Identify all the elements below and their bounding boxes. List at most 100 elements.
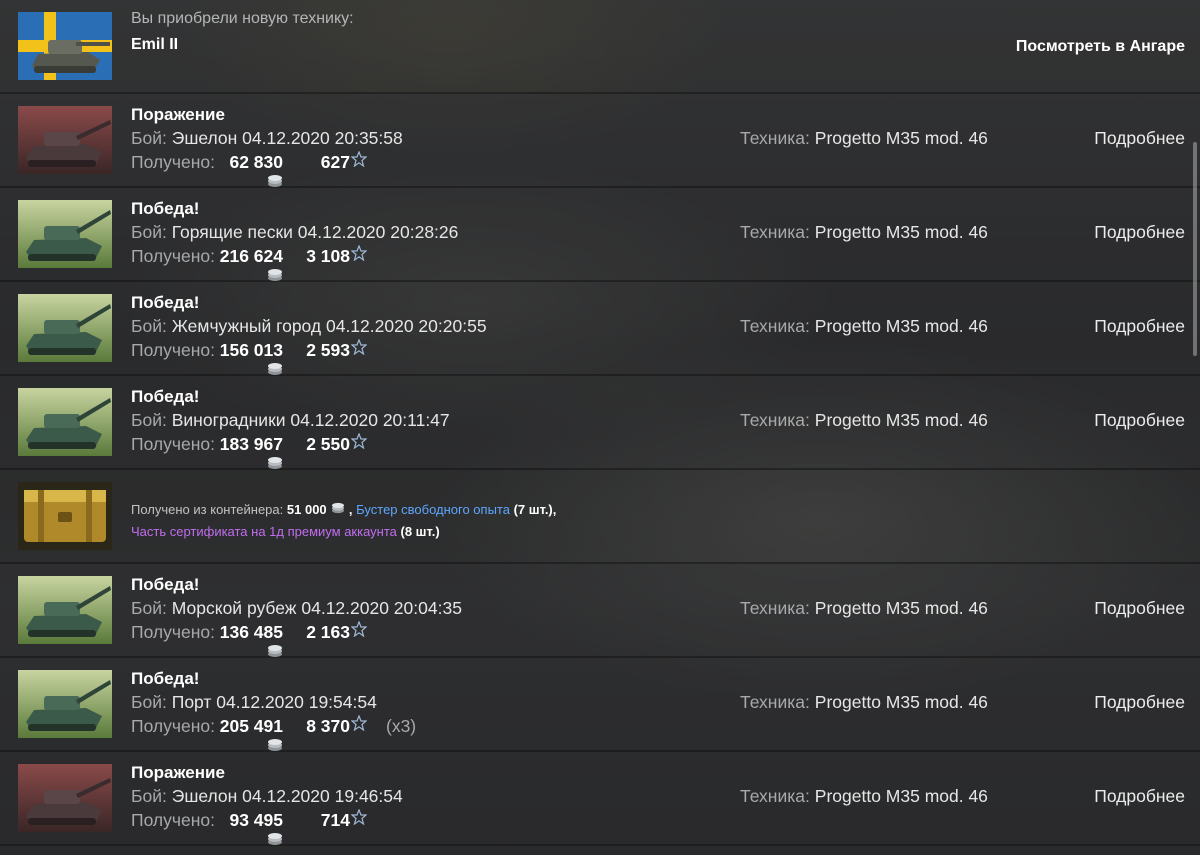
vehicle-name: Progetto M35 mod. 46	[814, 316, 988, 336]
battle-map-time: Горящие пески 04.12.2020 20:28:26	[171, 222, 459, 242]
purchased-vehicle-name: Emil II	[131, 36, 179, 53]
xp-value: 627	[320, 152, 350, 172]
container-reward-line-2: Часть сертификата на 1д премиум аккаунта…	[131, 524, 440, 539]
vehicle-info: Техника: Progetto M35 mod. 46	[740, 692, 988, 713]
star-icon	[350, 714, 368, 736]
battle-result-title: Победа!	[131, 387, 200, 406]
battle-result-row: Победа! Бой: Виноградники 04.12.2020 20:…	[0, 376, 1200, 470]
battle-prefix: Бой:	[131, 786, 167, 806]
vehicle-info: Техника: Progetto M35 mod. 46	[740, 410, 988, 431]
xp-value: 714	[320, 810, 350, 830]
details-button[interactable]: Подробнее	[1094, 598, 1185, 619]
battle-prefix: Бой:	[131, 128, 167, 148]
vehicle-prefix: Техника:	[740, 316, 810, 336]
battle-prefix: Бой:	[131, 410, 167, 430]
battle-result-title: Победа!	[131, 575, 200, 594]
star-icon	[350, 338, 368, 360]
xp-value: 2 550	[306, 434, 350, 454]
credits-value: 93 495	[229, 810, 283, 830]
vehicle-info: Техника: Progetto M35 mod. 46	[740, 786, 988, 807]
credits-earned: 93 495	[213, 810, 283, 852]
view-in-hangar-link[interactable]: Посмотреть в Ангаре	[1016, 38, 1185, 56]
vehicle-prefix: Техника:	[740, 786, 810, 806]
details-button[interactable]: Подробнее	[1094, 786, 1185, 807]
silver-coin-icon	[331, 502, 345, 517]
vehicle-name: Progetto M35 mod. 46	[814, 222, 988, 242]
star-icon	[350, 244, 368, 266]
victory-tank-thumbnail	[18, 670, 112, 738]
booster-link[interactable]: Бустер свободного опыта	[356, 502, 510, 517]
purchase-notification: Вы приобрели новую технику: Emil II Посм…	[0, 0, 1200, 94]
battle-map-time: Жемчужный город 04.12.2020 20:20:55	[171, 316, 487, 336]
details-button[interactable]: Подробнее	[1094, 410, 1185, 431]
experience-earned: 2 550	[292, 432, 368, 455]
experience-earned: 714	[292, 808, 368, 831]
victory-tank-thumbnail	[18, 388, 112, 456]
received-label: Получено:	[131, 246, 215, 266]
battle-info: Бой: Эшелон 04.12.2020 19:46:54	[131, 786, 403, 807]
victory-tank-thumbnail	[18, 200, 112, 268]
battle-info: Бой: Жемчужный город 04.12.2020 20:20:55	[131, 316, 487, 337]
battle-result-title: Победа!	[131, 669, 200, 688]
certificate-link[interactable]: Часть сертификата на 1д премиум аккаунта	[131, 524, 397, 539]
xp-value: 2 593	[306, 340, 350, 360]
xp-value: 3 108	[306, 246, 350, 266]
defeat-tank-thumbnail	[18, 764, 112, 832]
star-icon	[350, 432, 368, 454]
battle-prefix: Бой:	[131, 316, 167, 336]
battle-prefix: Бой:	[131, 598, 167, 618]
vehicle-info: Техника: Progetto M35 mod. 46	[740, 316, 988, 337]
received-label: Получено:	[131, 810, 215, 830]
details-button[interactable]: Подробнее	[1094, 222, 1185, 243]
silver-coin-icon	[267, 830, 283, 851]
details-button[interactable]: Подробнее	[1094, 316, 1185, 337]
vehicle-prefix: Техника:	[740, 128, 810, 148]
vehicle-prefix: Техника:	[740, 598, 810, 618]
purchase-label: Вы приобрели новую технику:	[131, 10, 354, 27]
container-reward-line: Получено из контейнера: 51 000 , Бустер …	[131, 502, 557, 517]
battle-map-time: Эшелон 04.12.2020 20:35:58	[171, 128, 403, 148]
sweden-flag-tank-thumbnail	[18, 12, 112, 80]
scrollbar-thumb[interactable]	[1193, 142, 1197, 356]
battle-result-row: Победа! Бой: Порт 04.12.2020 19:54:54 По…	[0, 658, 1200, 752]
battle-info: Бой: Эшелон 04.12.2020 20:35:58	[131, 128, 403, 149]
battle-info: Бой: Виноградники 04.12.2020 20:11:47	[131, 410, 450, 431]
xp-value: 2 163	[306, 622, 350, 642]
battle-map-time: Порт 04.12.2020 19:54:54	[171, 692, 377, 712]
experience-earned: 627	[292, 150, 368, 173]
vehicle-info: Техника: Progetto M35 mod. 46	[740, 598, 988, 619]
certificate-count: (8 шт.)	[400, 524, 440, 539]
star-icon	[350, 620, 368, 642]
container-label: Получено из контейнера:	[131, 502, 284, 517]
experience-earned: 2 163	[292, 620, 368, 643]
credits-value: 216 624	[219, 246, 283, 266]
container-thumbnail	[18, 482, 112, 550]
vehicle-prefix: Техника:	[740, 222, 810, 242]
battle-prefix: Бой:	[131, 222, 167, 242]
defeat-tank-thumbnail	[18, 106, 112, 174]
received-label: Получено:	[131, 152, 215, 172]
vehicle-info: Техника: Progetto M35 mod. 46	[740, 128, 988, 149]
battle-prefix: Бой:	[131, 692, 167, 712]
vehicle-prefix: Техника:	[740, 410, 810, 430]
battle-result-title: Поражение	[131, 105, 225, 124]
battle-map-time: Виноградники 04.12.2020 20:11:47	[171, 410, 450, 430]
received-label: Получено:	[131, 340, 215, 360]
victory-tank-thumbnail	[18, 576, 112, 644]
star-icon	[350, 808, 368, 830]
received-label: Получено:	[131, 622, 215, 642]
battle-result-row: Победа! Бой: Морской рубеж 04.12.2020 20…	[0, 564, 1200, 658]
details-button[interactable]: Подробнее	[1094, 692, 1185, 713]
credits-value: 62 830	[229, 152, 283, 172]
vehicle-name: Progetto M35 mod. 46	[814, 786, 988, 806]
vehicle-name: Progetto M35 mod. 46	[814, 410, 988, 430]
received-label: Получено:	[131, 716, 215, 736]
vehicle-name: Progetto M35 mod. 46	[814, 692, 988, 712]
details-button[interactable]: Подробнее	[1094, 128, 1185, 149]
xp-multiplier: (x3)	[386, 716, 417, 736]
xp-value: 8 370	[306, 716, 350, 736]
container-credits: 51 000	[286, 502, 327, 517]
vehicle-info: Техника: Progetto M35 mod. 46	[740, 222, 988, 243]
vehicle-prefix: Техника:	[740, 692, 810, 712]
experience-earned: 3 108	[292, 244, 368, 267]
